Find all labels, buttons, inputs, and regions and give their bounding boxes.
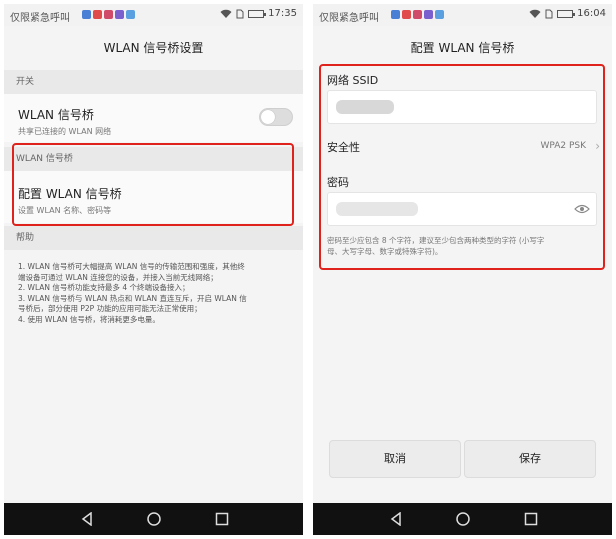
notification-icons bbox=[82, 10, 135, 19]
battery-icon bbox=[248, 9, 267, 18]
help-line: 2. WLAN 信号桥功能支持最多 4 个终端设备接入； bbox=[18, 283, 190, 292]
highlight-box bbox=[319, 64, 605, 270]
app-notification-icon bbox=[104, 10, 113, 19]
help-text: 1. WLAN 信号桥可大幅提高 WLAN 信号的传输范围和强度，其他终 端设备… bbox=[4, 254, 303, 325]
battery-icon bbox=[557, 9, 576, 18]
navigation-bar bbox=[313, 503, 612, 535]
carrier-text: 仅限紧急呼叫 bbox=[319, 13, 379, 24]
help-line: 号桥后，部分使用 P2P 功能的应用可能无法正常使用； bbox=[18, 304, 202, 313]
row-subtitle: 共享已连接的 WLAN 网络 bbox=[18, 127, 112, 136]
wifi-icon bbox=[220, 9, 232, 18]
home-icon[interactable] bbox=[456, 512, 470, 526]
app-notification-icon bbox=[391, 10, 400, 19]
app-notification-icon bbox=[82, 10, 91, 19]
clock: 17:35 bbox=[268, 8, 297, 19]
app-notification-icon bbox=[93, 10, 102, 19]
section-header-help: 帮助 bbox=[4, 226, 303, 250]
app-notification-icon bbox=[424, 10, 433, 19]
status-right: 17:35 bbox=[220, 8, 297, 19]
back-icon[interactable] bbox=[80, 512, 94, 526]
navigation-bar bbox=[4, 503, 303, 535]
wlan-bridge-toggle[interactable] bbox=[259, 108, 293, 126]
status-bar: 仅限紧急呼叫 16:04 bbox=[313, 4, 612, 26]
sim-icon bbox=[545, 9, 553, 18]
section-header-switch: 开关 bbox=[4, 70, 303, 94]
highlight-box bbox=[12, 143, 294, 226]
wifi-icon bbox=[529, 9, 541, 18]
save-button[interactable]: 保存 bbox=[464, 440, 596, 478]
help-line: 1. WLAN 信号桥可大幅提高 WLAN 信号的传输范围和强度，其他终 bbox=[18, 262, 245, 271]
app-notification-icon bbox=[126, 10, 135, 19]
app-notification-icon bbox=[115, 10, 124, 19]
back-icon[interactable] bbox=[389, 512, 403, 526]
toggle-knob bbox=[261, 110, 275, 124]
status-bar: 仅限紧急呼叫 17:35 bbox=[4, 4, 303, 26]
carrier-text: 仅限紧急呼叫 bbox=[10, 13, 70, 24]
phone-screen-wlan-bridge-settings: 仅限紧急呼叫 17:35 WLAN 信号桥设置 开关 WLAN 信号桥 共享已连… bbox=[4, 4, 303, 535]
notification-icons bbox=[391, 10, 444, 19]
help-line: 4. 使用 WLAN 信号桥，将消耗更多电量。 bbox=[18, 314, 160, 324]
help-line: 端设备可通过 WLAN 连接您的设备，并接入当前无线网络； bbox=[18, 272, 218, 282]
cancel-button[interactable]: 取消 bbox=[329, 440, 461, 478]
app-notification-icon bbox=[402, 10, 411, 19]
recent-apps-icon[interactable] bbox=[524, 512, 538, 526]
help-line: 3. WLAN 信号桥与 WLAN 热点和 WLAN 直连互斥，开启 WLAN … bbox=[18, 293, 247, 303]
sim-icon bbox=[236, 9, 244, 18]
status-right: 16:04 bbox=[529, 8, 606, 19]
clock: 16:04 bbox=[577, 8, 606, 19]
page-title: WLAN 信号桥设置 bbox=[4, 26, 303, 70]
wlan-bridge-switch-row[interactable]: WLAN 信号桥 共享已连接的 WLAN 网络 bbox=[4, 94, 303, 142]
app-notification-icon bbox=[413, 10, 422, 19]
home-icon[interactable] bbox=[147, 512, 161, 526]
phone-screen-configure-wlan-bridge: 仅限紧急呼叫 16:04 配置 WLAN 信号桥 网络 SSID 安全性 WPA… bbox=[313, 4, 612, 535]
app-notification-icon bbox=[435, 10, 444, 19]
recent-apps-icon[interactable] bbox=[215, 512, 229, 526]
